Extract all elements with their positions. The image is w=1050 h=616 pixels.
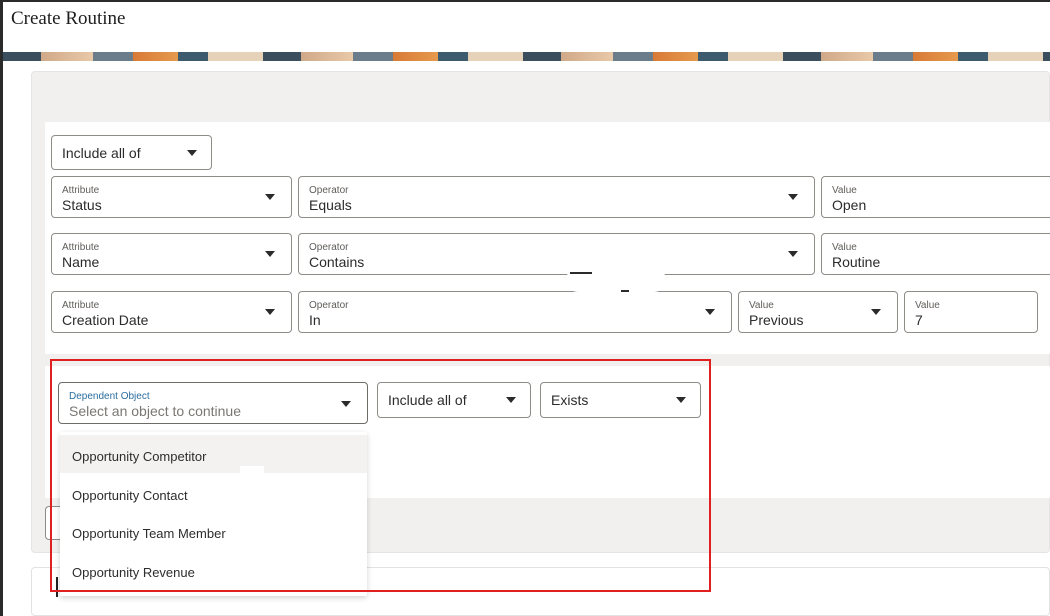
page-title: Create Routine bbox=[11, 8, 126, 29]
operator-value: Equals bbox=[309, 197, 352, 213]
window-frame-top bbox=[0, 0, 1050, 2]
attribute-value: Name bbox=[62, 254, 100, 270]
decorative-banner bbox=[3, 52, 1050, 61]
operator-label: Operator bbox=[309, 242, 349, 253]
attribute-value: Status bbox=[62, 197, 102, 213]
operator-select-equals[interactable]: Operator Equals bbox=[298, 176, 815, 218]
value-text: Previous bbox=[749, 312, 804, 328]
match-mode-select[interactable]: Include all of bbox=[51, 135, 212, 170]
operator-select-contains[interactable]: Operator Contains bbox=[298, 233, 815, 275]
value-label: Value bbox=[832, 185, 857, 196]
value-text: 7 bbox=[915, 312, 923, 328]
value-select-previous[interactable]: Value Previous bbox=[738, 291, 898, 333]
window-frame-left bbox=[0, 0, 3, 616]
overlay-artifact-dash bbox=[570, 272, 592, 274]
operator-value: Contains bbox=[309, 254, 365, 270]
operator-label: Operator bbox=[309, 185, 349, 196]
operator-select-in[interactable]: Operator In bbox=[298, 291, 732, 333]
value-text: Open bbox=[832, 197, 867, 213]
value-input-number[interactable]: Value 7 bbox=[904, 291, 1038, 333]
operator-label: Operator bbox=[309, 300, 349, 311]
attribute-label: Attribute bbox=[62, 185, 100, 196]
value-label: Value bbox=[749, 300, 774, 311]
attribute-select-status[interactable]: Attribute Status bbox=[51, 176, 292, 218]
value-input-routine[interactable]: Value Routine bbox=[821, 233, 1050, 275]
chevron-down-icon bbox=[871, 309, 881, 315]
chevron-down-icon bbox=[187, 150, 197, 156]
attribute-select-name[interactable]: Attribute Name bbox=[51, 233, 292, 275]
value-label: Value bbox=[915, 300, 940, 311]
attribute-label: Attribute bbox=[62, 300, 100, 311]
overlay-artifact-dash bbox=[621, 290, 629, 292]
value-text: Routine bbox=[832, 254, 881, 270]
chevron-down-icon bbox=[265, 309, 275, 315]
attribute-select-creation-date[interactable]: Attribute Creation Date bbox=[51, 291, 292, 333]
highlight-annotation-box bbox=[50, 359, 711, 592]
chevron-down-icon bbox=[705, 309, 715, 315]
value-label: Value bbox=[832, 242, 857, 253]
chevron-down-icon bbox=[265, 251, 275, 257]
chevron-down-icon bbox=[788, 194, 798, 200]
chevron-down-icon bbox=[788, 251, 798, 257]
match-mode-value: Include all of bbox=[62, 145, 141, 161]
attribute-label: Attribute bbox=[62, 242, 100, 253]
operator-value: In bbox=[309, 312, 321, 328]
chevron-down-icon bbox=[265, 194, 275, 200]
attribute-value: Creation Date bbox=[62, 312, 149, 328]
value-input-open[interactable]: Value Open bbox=[821, 176, 1050, 218]
